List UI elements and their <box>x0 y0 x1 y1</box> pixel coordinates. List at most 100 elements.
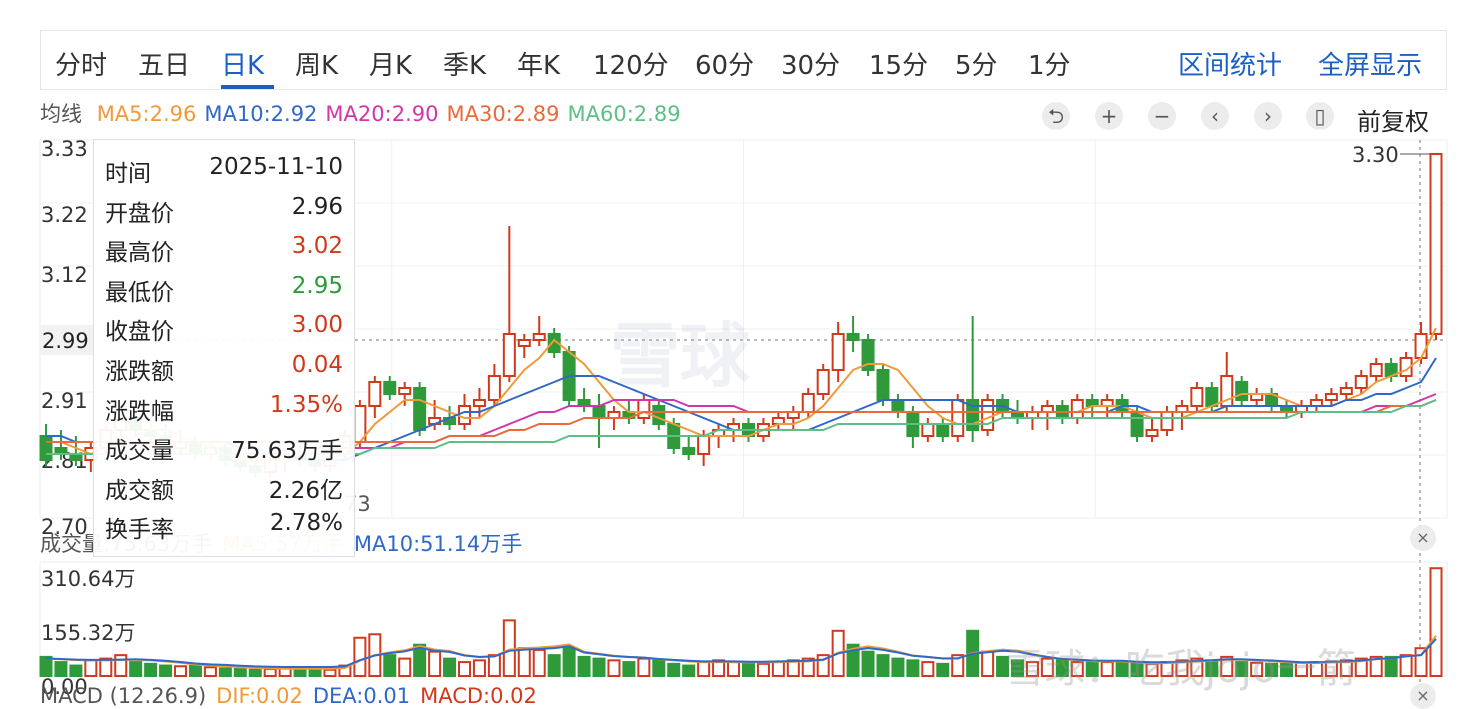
tooltip-row: 换手率 2.78% <box>105 510 343 543</box>
volume-bar <box>129 661 143 677</box>
volume-bar <box>771 661 785 677</box>
volume-bar <box>248 668 262 677</box>
candle-body <box>1324 393 1338 401</box>
candle-body <box>1070 399 1084 419</box>
candle-body <box>39 435 53 461</box>
macd-legend-item: MACD:0.02 <box>420 684 537 708</box>
volume-bar <box>159 664 173 678</box>
candle-body <box>1339 387 1353 395</box>
candle-body <box>1235 381 1249 401</box>
volume-bar <box>682 664 696 678</box>
candle-tooltip: 时间 2025-11-10 开盘价 2.96 最高价 3.02 最低价 2.95 收盘价 3.00… <box>93 139 355 557</box>
tooltip-label: 时间 <box>105 161 151 187</box>
volume-bar <box>383 654 397 677</box>
tooltip-value: 1.35% <box>269 391 343 418</box>
tooltip-label: 收盘价 <box>105 319 174 346</box>
candle-body <box>637 399 651 419</box>
volume-axis-label: 155.32万 <box>41 621 135 645</box>
tooltip-label: 涨跌额 <box>105 359 174 385</box>
tooltip-label: 开盘价 <box>105 200 174 227</box>
candle-body <box>1190 387 1204 407</box>
tooltip-value: 75.63万手 <box>231 438 343 465</box>
tooltip-label: 涨跌幅 <box>105 398 174 425</box>
volume-bar <box>457 661 471 677</box>
volume-bar <box>472 659 486 677</box>
candle-body <box>1205 387 1219 407</box>
candle-body <box>697 435 711 455</box>
volume-bar <box>398 657 412 677</box>
volume-bar <box>428 650 442 677</box>
candle-body <box>1354 375 1368 389</box>
candle-body <box>876 369 890 401</box>
price-axis-label: 2.91 <box>41 389 88 413</box>
volume-bar <box>532 648 546 678</box>
volume-legend-item: MA10:51.14万手 <box>353 532 523 556</box>
tooltip-value: 0.04 <box>291 352 343 378</box>
candle-body <box>981 399 995 431</box>
candle-body <box>517 339 531 347</box>
candle-body <box>487 375 501 401</box>
macd-legend-item: MACD (12.26.9) <box>40 684 207 708</box>
candle-body <box>816 369 830 395</box>
volume-bar <box>308 668 322 678</box>
tooltip-value: 2.78% <box>269 510 343 537</box>
candle-body <box>891 399 905 413</box>
close-macd-panel-icon[interactable]: × <box>1410 683 1436 709</box>
tooltip-row: 最高价 3.02 <box>105 233 343 266</box>
volume-bar <box>84 659 98 677</box>
volume-bar <box>891 657 905 677</box>
tooltip-row: 成交量 75.63万手 <box>105 431 343 464</box>
tooltip-value: 3.00 <box>291 312 343 339</box>
volume-bar <box>622 661 636 677</box>
volume-bar <box>741 661 755 678</box>
tooltip-label: 换手率 <box>105 517 174 544</box>
candle-body <box>936 423 950 437</box>
candle-body <box>502 333 516 377</box>
volume-bar <box>861 650 875 677</box>
tooltip-label: 最高价 <box>105 240 174 267</box>
tooltip-value: 2025-11-10 <box>209 154 343 180</box>
tooltip-value: 2.26亿 <box>268 477 343 504</box>
volume-bar <box>54 661 68 677</box>
volume-bar <box>876 654 890 677</box>
volume-bar <box>562 647 576 678</box>
tooltip-value: 3.02 <box>291 233 343 260</box>
volume-bar <box>906 659 920 677</box>
tooltip-row: 涨跌额 0.04 <box>105 352 343 385</box>
volume-axis-label: 310.64万 <box>41 567 135 591</box>
close-volume-panel-icon[interactable]: × <box>1410 525 1436 551</box>
volume-bar <box>443 657 457 677</box>
volume-bar <box>577 655 591 677</box>
candle-body <box>652 405 666 425</box>
volume-bar <box>1399 654 1413 677</box>
tooltip-label: 成交额 <box>105 477 174 504</box>
volume-bar <box>697 661 711 677</box>
volume-bar <box>667 662 681 678</box>
tooltip-value: 2.95 <box>291 272 343 299</box>
volume-bar <box>144 662 158 678</box>
tooltip-row: 开盘价 2.96 <box>105 193 343 227</box>
candle-body <box>472 399 486 407</box>
volume-bar <box>592 657 606 677</box>
macd-legend: MACD (12.26.9) DIF:0.02 DEA:0.01 MACD:0.02 <box>40 684 547 708</box>
volume-bar <box>921 661 935 677</box>
volume-bar <box>114 654 128 677</box>
candle-body <box>1130 411 1144 437</box>
price-axis-label: 3.22 <box>41 203 88 227</box>
volume-bar <box>487 654 501 677</box>
volume-bar <box>637 657 651 677</box>
candle-body <box>846 333 860 341</box>
volume-bar <box>652 659 666 677</box>
volume-bar <box>517 647 531 678</box>
tooltip-label: 最低价 <box>105 279 174 306</box>
candle-body <box>801 393 815 413</box>
high-price-marker: 3.30 <box>1352 143 1399 167</box>
crosshair-price-label: 2.99 <box>42 329 89 353</box>
price-axis-label: 3.33 <box>41 137 88 161</box>
tooltip-value: 2.96 <box>291 193 343 220</box>
macd-legend-item: DIF:0.02 <box>216 684 303 708</box>
candle-body <box>951 399 965 437</box>
volume-bar <box>233 668 247 678</box>
volume-bar <box>981 650 995 677</box>
candle-body <box>921 423 935 437</box>
